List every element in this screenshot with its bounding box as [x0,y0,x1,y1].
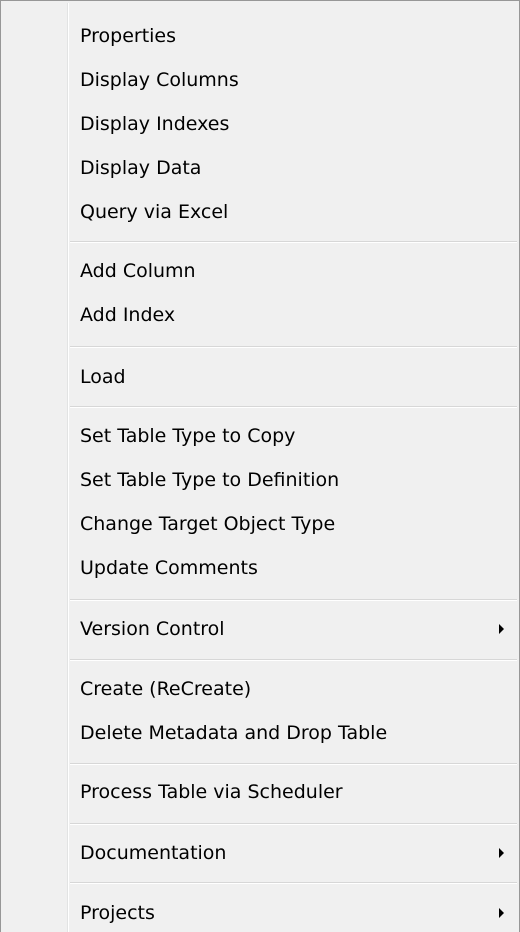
menu-separator [70,241,517,243]
menu-item-label: Properties [80,25,177,47]
context-menu: Properties Display Columns Display Index… [0,0,520,932]
menu-item-set-table-type-copy[interactable]: Set Table Type to Copy [73,417,513,455]
menu-separator [70,406,517,408]
submenu-arrow-icon [499,848,504,858]
icon-gutter-divider-highlight [68,3,69,932]
menu-item-label: Create (ReCreate) [80,678,252,700]
menu-item-properties[interactable]: Properties [73,17,513,55]
submenu-arrow-icon [499,624,504,634]
menu-separator [70,346,517,348]
menu-item-label: Query via Excel [80,201,229,223]
menu-item-display-indexes[interactable]: Display Indexes [73,105,513,143]
menu-item-display-data[interactable]: Display Data [73,149,513,187]
menu-separator [70,659,517,661]
menu-item-delete-metadata-drop-table[interactable]: Delete Metadata and Drop Table [73,714,513,752]
menu-item-set-table-type-definition[interactable]: Set Table Type to Definition [73,461,513,499]
menu-item-add-index[interactable]: Add Index [73,296,513,334]
menu-item-projects[interactable]: Projects [73,894,513,932]
submenu-arrow-icon [499,908,504,918]
menu-item-display-columns[interactable]: Display Columns [73,61,513,99]
menu-item-query-via-excel[interactable]: Query via Excel [73,193,513,231]
menu-item-label: Add Column [80,260,196,282]
menu-item-documentation[interactable]: Documentation [73,834,513,872]
menu-item-label: Projects [80,902,155,924]
menu-item-label: Delete Metadata and Drop Table [80,722,388,744]
menu-item-label: Display Columns [80,69,239,91]
menu-separator [70,763,517,765]
menu-item-label: Process Table via Scheduler [80,781,343,803]
menu-item-label: Change Target Object Type [80,513,336,535]
menu-item-add-column[interactable]: Add Column [73,252,513,290]
menu-item-change-target-object-type[interactable]: Change Target Object Type [73,505,513,543]
menu-item-create-recreate[interactable]: Create (ReCreate) [73,670,513,708]
menu-item-label: Display Data [80,157,202,179]
menu-separator [70,882,517,884]
menu-item-label: Load [80,366,126,388]
menu-item-label: Display Indexes [80,113,230,135]
menu-item-version-control[interactable]: Version Control [73,610,513,648]
menu-item-label: Set Table Type to Definition [80,469,340,491]
menu-item-load[interactable]: Load [73,358,513,396]
menu-separator [70,823,517,825]
menu-item-process-table-via-scheduler[interactable]: Process Table via Scheduler [73,773,513,811]
menu-item-label: Update Comments [80,557,258,579]
menu-item-label: Set Table Type to Copy [80,425,296,447]
menu-item-label: Documentation [80,842,227,864]
menu-separator [70,599,517,601]
menu-item-update-comments[interactable]: Update Comments [73,549,513,587]
menu-item-label: Add Index [80,304,176,326]
menu-item-label: Version Control [80,618,225,640]
